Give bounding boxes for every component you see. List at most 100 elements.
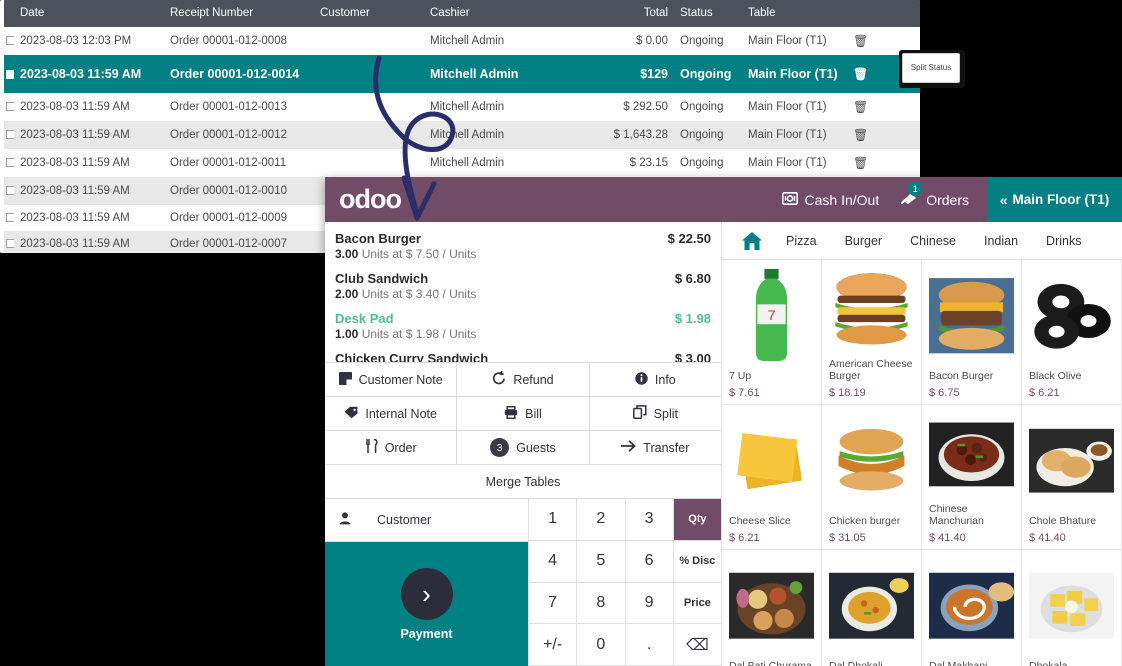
- numpad-key-dot[interactable]: +/-: [528, 624, 577, 666]
- numpad-key-4[interactable]: 4: [528, 540, 577, 583]
- product-image: 7: [729, 264, 814, 367]
- order-line[interactable]: Bacon Burger $ 22.50 3.00 Units at $ 7.50 …: [325, 226, 721, 266]
- category-bar: Pizza Burger Chinese Indian Drinks: [722, 222, 1122, 260]
- pos-action-buttons: Customer Note Refund Info Internal Note Bill…: [325, 362, 721, 499]
- product-grid: 7 7 Up $ 7.61 American Cheese Burger $ 18.19…: [722, 260, 1122, 666]
- split-status-button[interactable]: Split Status: [902, 53, 960, 83]
- category-burger[interactable]: Burger: [831, 234, 897, 248]
- action-button-internal-note[interactable]: Internal Note: [325, 397, 458, 430]
- col-header-status[interactable]: Status: [674, 0, 742, 27]
- action-button-info[interactable]: Info: [589, 363, 721, 396]
- product-card[interactable]: Chicken burger $ 31.05: [822, 405, 922, 550]
- col-header-date[interactable]: Date: [14, 0, 164, 27]
- product-card[interactable]: Bacon Burger $ 6.75: [922, 260, 1022, 405]
- cell-customer: [314, 55, 424, 93]
- numpad-key-disc[interactable]: % Disc: [672, 540, 721, 583]
- numpad-key-price[interactable]: Price: [672, 582, 721, 625]
- customer-button[interactable]: Customer: [325, 499, 528, 542]
- product-image: [1029, 554, 1114, 657]
- product-card[interactable]: Dal Bati Churama$ 41.40: [722, 550, 822, 666]
- cell-delete[interactable]: 🗑: [847, 27, 887, 55]
- svg-text:7: 7: [768, 308, 776, 324]
- pos-topbar-actions: Cash In/Out 1 Orders: [495, 177, 987, 222]
- cutlery-icon: [365, 438, 378, 456]
- table-row[interactable]: 2023-08-03 11:59 AM Order 00001-012-0011 M…: [0, 149, 920, 177]
- floor-tab-button[interactable]: « Main Floor (T1): [987, 177, 1122, 222]
- cell-date: 2023-08-03 11:59 AM: [20, 101, 130, 113]
- numpad-key-7[interactable]: 7: [528, 582, 577, 625]
- product-card[interactable]: 7 7 Up $ 7.61: [722, 260, 822, 405]
- cell-delete[interactable]: 🗑: [847, 149, 887, 177]
- action-button-order[interactable]: Order: [325, 431, 458, 464]
- product-card[interactable]: Cheese Slice $ 6.21: [722, 405, 822, 550]
- product-card[interactable]: Black Olive $ 6.21: [1022, 260, 1122, 405]
- product-card[interactable]: Dhokala$ 15.53: [1022, 550, 1122, 666]
- numpad-key-backspace[interactable]: ⌫: [672, 624, 721, 666]
- chevron-right-icon: ›: [400, 567, 453, 620]
- order-line[interactable]: Club Sandwich $ 6.80 2.00 Units at $ 3.40 …: [325, 266, 721, 306]
- product-name: Dal Dhokali: [829, 660, 914, 666]
- numpad: 1 2 3 Qty 4 5 6% Disc 7 8 9 Price +/- 0. ⌫: [528, 499, 721, 666]
- payment-button[interactable]: › Payment: [325, 542, 528, 666]
- pos-customer-payment-column: Customer › Payment: [325, 499, 528, 666]
- table-row[interactable]: 2023-08-03 11:59 AM Order 00001-012-0013 M…: [0, 93, 920, 121]
- order-line-name: Club Sandwich: [335, 271, 429, 286]
- numpad-key-8[interactable]: 8: [576, 582, 625, 625]
- order-line[interactable]: Desk Pad $ 1.98 1.00 Units at $ 1.98 / Uni…: [325, 306, 721, 346]
- odoo-logo[interactable]: odoo: [325, 177, 495, 222]
- home-icon[interactable]: [732, 231, 772, 251]
- cell-delete[interactable]: 🗑: [847, 55, 887, 93]
- numpad-key-5[interactable]: 5: [576, 540, 625, 583]
- col-header-total[interactable]: Total: [604, 0, 674, 27]
- category-pizza[interactable]: Pizza: [772, 234, 831, 248]
- cell-total: $ 23.15: [629, 157, 668, 169]
- product-card[interactable]: Dal Dhokali$ 25.88: [822, 550, 922, 666]
- product-card[interactable]: Chinese Manchurian $ 41.40: [922, 405, 1022, 550]
- product-card[interactable]: Dal Makhani.$ 31.05: [922, 550, 1022, 666]
- action-button-transfer[interactable]: Transfer: [589, 431, 721, 464]
- action-button-guests[interactable]: 3 Guests: [457, 431, 590, 464]
- col-header-cashier[interactable]: Cashier: [424, 0, 604, 27]
- action-button-customer-note[interactable]: Customer Note: [325, 363, 458, 396]
- cell-delete[interactable]: 🗑: [847, 121, 887, 149]
- order-line-price: $ 6.80: [674, 271, 711, 286]
- numpad-key-3[interactable]: 3: [624, 499, 673, 541]
- action-button-label: Transfer: [643, 440, 690, 455]
- table-row[interactable]: 2023-08-03 11:59 AM Order 00001-012-0014 M…: [0, 55, 920, 93]
- col-header-customer[interactable]: Customer: [314, 0, 424, 27]
- table-row[interactable]: 2023-08-03 11:59 AM Order 00001-012-0012 M…: [0, 121, 920, 149]
- product-card[interactable]: American Cheese Burger $ 18.19: [822, 260, 922, 405]
- numpad-key-dot[interactable]: .: [624, 624, 673, 666]
- table-row[interactable]: 2023-08-03 12:03 PM Order 00001-012-0008 M…: [0, 27, 920, 55]
- cell-table: Main Floor (T1): [748, 101, 827, 113]
- numpad-key-9[interactable]: 9: [624, 582, 673, 625]
- order-line[interactable]: Chicken Curry Sandwich $ 3.00: [325, 346, 721, 362]
- action-button-split[interactable]: Split: [589, 397, 721, 430]
- product-card[interactable]: Chole Bhature $ 41.40: [1022, 405, 1122, 550]
- merge-tables-label: Merge Tables: [485, 474, 561, 489]
- merge-tables-button[interactable]: Merge Tables: [325, 465, 721, 498]
- action-button-refund[interactable]: Refund: [457, 363, 590, 396]
- numpad-key-6[interactable]: 6: [624, 540, 673, 583]
- arrow-right-icon: [621, 440, 636, 455]
- tag-icon: [344, 406, 358, 422]
- action-row: Internal Note Bill Split: [325, 397, 721, 431]
- numpad-key-qty[interactable]: Qty: [672, 499, 721, 541]
- action-button-label: Guests: [516, 440, 556, 455]
- orders-button[interactable]: 1 Orders: [901, 182, 969, 209]
- action-button-bill[interactable]: Bill: [457, 397, 590, 430]
- numpad-key-0[interactable]: 0: [576, 624, 625, 666]
- cell-receipt-number: Order 00001-012-0008: [170, 35, 287, 47]
- category-indian[interactable]: Indian: [970, 234, 1032, 248]
- category-drinks[interactable]: Drinks: [1032, 234, 1095, 248]
- col-header-receipt-number[interactable]: Receipt Number: [164, 0, 314, 27]
- cell-date: 2023-08-03 11:59 AM: [20, 157, 130, 169]
- numpad-key-2[interactable]: 2: [576, 499, 625, 541]
- numpad-key-1[interactable]: 1: [528, 499, 577, 541]
- cell-table: Main Floor (T1): [748, 157, 827, 169]
- cash-in-out-button[interactable]: Cash In/Out: [781, 192, 879, 208]
- cell-date: 2023-08-03 11:59 AM: [14, 121, 164, 149]
- col-header-table[interactable]: Table: [742, 0, 847, 27]
- cell-delete[interactable]: 🗑: [847, 93, 887, 121]
- category-chinese[interactable]: Chinese: [896, 234, 970, 248]
